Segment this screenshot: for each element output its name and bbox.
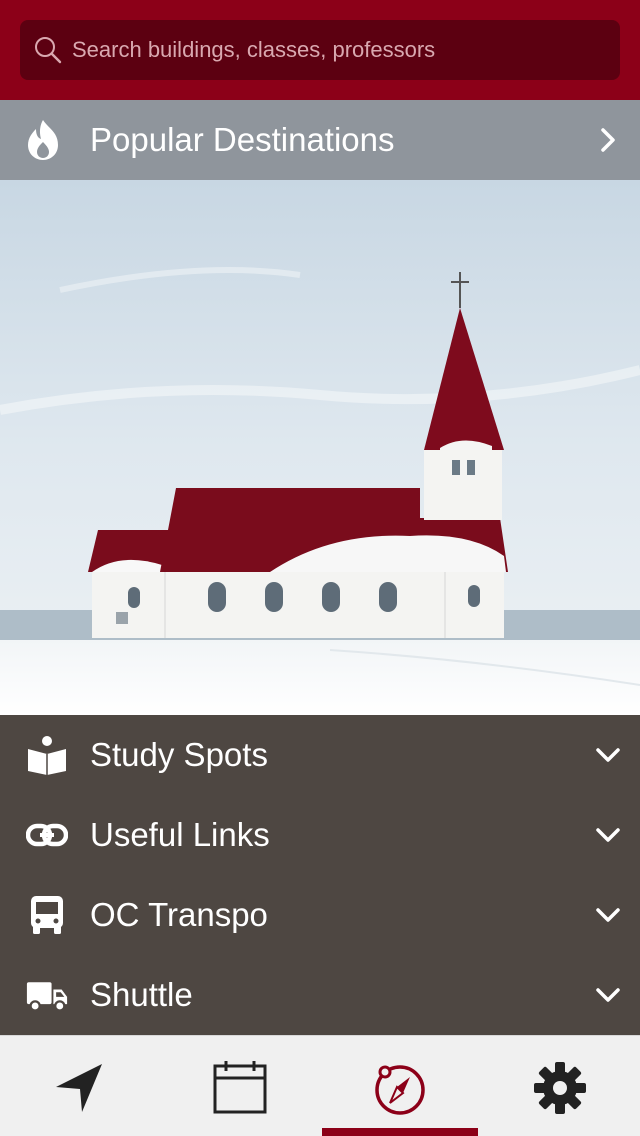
menu-item-label: OC Transpo — [90, 896, 268, 933]
popular-destinations-row[interactable]: Popular Destinations — [0, 100, 640, 180]
chevron-down-icon — [596, 988, 620, 1002]
search-icon — [35, 37, 62, 64]
church-photo — [0, 180, 640, 715]
flame-icon — [28, 120, 58, 160]
truck-icon — [26, 982, 68, 1012]
top-bar — [0, 0, 640, 100]
hero-image — [0, 180, 640, 715]
tab-settings[interactable] — [480, 1036, 640, 1136]
menu-item-label: Study Spots — [90, 736, 268, 773]
chevron-down-icon — [596, 828, 620, 842]
tab-navigation[interactable] — [0, 1036, 160, 1136]
search-input[interactable] — [72, 20, 612, 80]
tab-explore[interactable] — [320, 1036, 480, 1136]
bottom-tab-bar — [0, 1035, 640, 1136]
tab-calendar[interactable] — [160, 1036, 320, 1136]
menu-item-label: Useful Links — [90, 816, 270, 853]
chevron-down-icon — [596, 908, 620, 922]
category-menu: Study Spots Useful Links OC Transpo Shut… — [0, 715, 640, 1035]
bus-icon — [31, 896, 63, 934]
navigation-arrow-icon — [56, 1064, 102, 1112]
chevron-right-icon — [601, 128, 615, 152]
menu-item-shuttle[interactable]: Shuttle — [0, 955, 640, 1035]
menu-item-oc-transpo[interactable]: OC Transpo — [0, 875, 640, 955]
gear-icon — [534, 1062, 586, 1114]
search-bar[interactable] — [20, 20, 620, 80]
menu-item-useful-links[interactable]: Useful Links — [0, 795, 640, 875]
link-icon — [26, 823, 68, 847]
menu-item-label: Shuttle — [90, 976, 193, 1013]
calendar-icon — [213, 1061, 267, 1114]
chevron-down-icon — [596, 748, 620, 762]
menu-item-study-spots[interactable]: Study Spots — [0, 715, 640, 795]
active-tab-indicator — [322, 1128, 478, 1136]
popular-destinations-label: Popular Destinations — [90, 121, 395, 158]
compass-icon — [375, 1065, 425, 1115]
study-reader-icon — [28, 736, 66, 775]
